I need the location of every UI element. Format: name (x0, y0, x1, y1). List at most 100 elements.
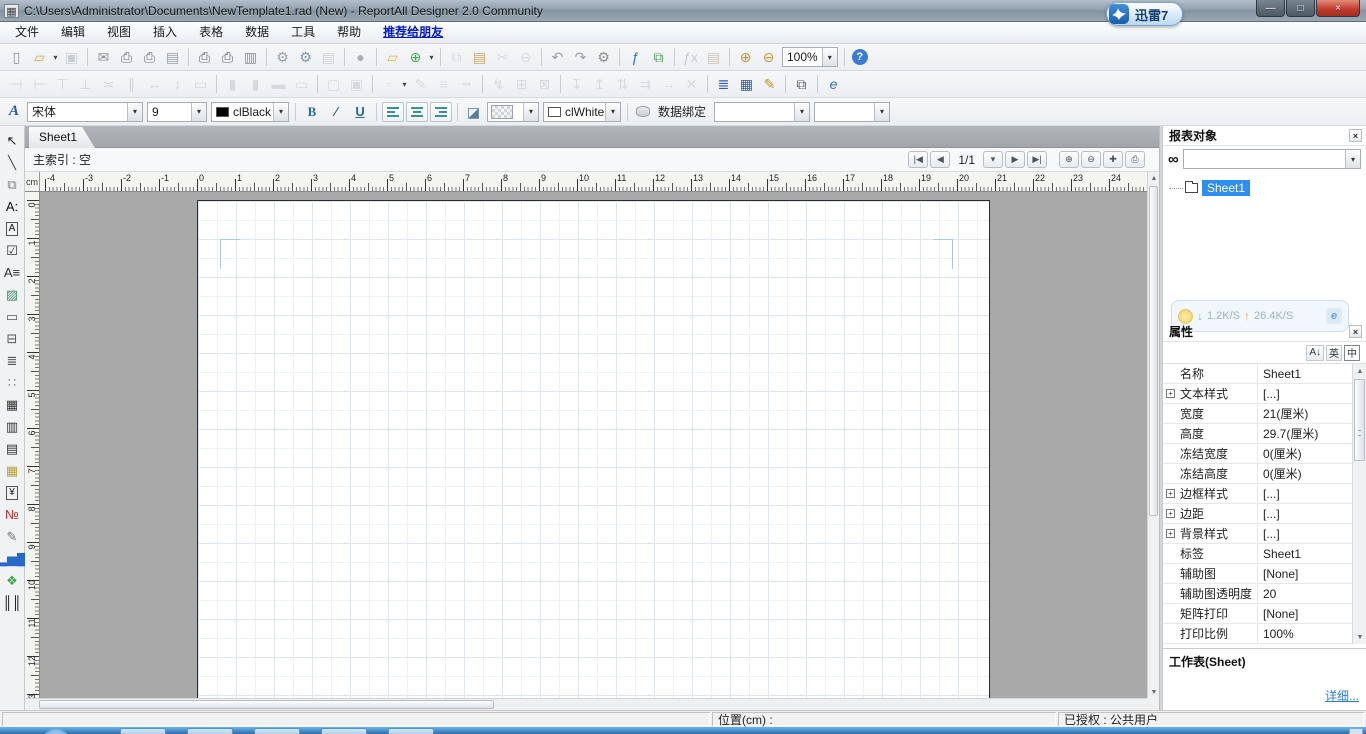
menu-item-0[interactable]: 文件 (4, 22, 50, 43)
col-insert-icon[interactable]: ⇉ (635, 74, 656, 94)
open-file-icon[interactable]: ▱ (29, 47, 50, 67)
page-setup-icon[interactable]: ▤ (162, 47, 183, 67)
line-weight-icon[interactable]: ≡ (433, 74, 454, 94)
menu-item-2[interactable]: 视图 (96, 22, 142, 43)
cut-icon[interactable]: ✂ (492, 47, 513, 67)
menu-item-4[interactable]: 表格 (188, 22, 234, 43)
col-clear-icon[interactable]: ✕ (681, 74, 702, 94)
ruler-design-icon[interactable]: ✎ (759, 74, 780, 94)
insert-table-icon[interactable]: ⊞ (511, 74, 532, 94)
border-outline-icon[interactable]: ▢ (323, 74, 344, 94)
line-pencil-icon[interactable]: ✎ (410, 74, 431, 94)
expand-icon[interactable]: + (1166, 529, 1175, 538)
shape-tool-icon[interactable]: ⧉ (2, 174, 23, 195)
paste-icon[interactable]: ▤ (469, 47, 490, 67)
splitter-tool-icon[interactable]: ∷ (2, 372, 23, 393)
property-row-8[interactable]: +背景样式[...] (1163, 524, 1353, 544)
panel-tool-icon[interactable]: ⊟ (2, 328, 23, 349)
settings-gear-icon[interactable]: ⚙ (593, 47, 614, 67)
fill-pattern-combo[interactable]: ▾ (487, 102, 539, 122)
property-row-3[interactable]: 高度29.7(厘米) (1163, 424, 1353, 444)
menu-item-6[interactable]: 工具 (280, 22, 326, 43)
property-value[interactable]: 100% (1258, 624, 1353, 643)
align-right-button[interactable] (430, 102, 452, 122)
menu-item-5[interactable]: 数据 (234, 22, 280, 43)
menu-promo-link[interactable]: 推荐给朋友 (372, 22, 454, 43)
number-date-tool-icon[interactable]: № (2, 504, 23, 525)
data-table-icon[interactable]: ▦ (736, 74, 757, 94)
help-icon[interactable]: ? (852, 49, 868, 65)
border-fill-icon[interactable]: ▣ (346, 74, 367, 94)
export-template-icon[interactable]: ✉ (93, 47, 114, 67)
property-row-5[interactable]: 冻结高度0(厘米) (1163, 464, 1353, 484)
align-center-button[interactable] (406, 102, 428, 122)
page-list-dropdown[interactable]: ▾ (983, 151, 1003, 168)
scrollbar-thumb[interactable] (39, 700, 494, 709)
chevron-down-icon[interactable]: ▾ (127, 103, 142, 121)
lang-english-button[interactable]: 英 (1326, 345, 1342, 361)
align-left-icon[interactable]: ⊣ (6, 74, 27, 94)
close-icon[interactable]: × (1349, 325, 1362, 338)
property-value[interactable]: 29.7(厘米) (1258, 424, 1353, 443)
property-value[interactable]: [...] (1258, 504, 1353, 523)
property-value[interactable]: Sheet1 (1258, 364, 1353, 383)
bold-button[interactable]: B (301, 102, 323, 122)
maximize-button[interactable]: □ (1286, 0, 1315, 17)
property-row-7[interactable]: +边距[...] (1163, 504, 1353, 524)
distribute-vertical-icon[interactable]: ↕ (167, 74, 188, 94)
delete-icon[interactable]: ⊖ (515, 47, 536, 67)
gallery-icon[interactable]: ⧉ (648, 47, 669, 67)
expand-icon[interactable]: + (1166, 509, 1175, 518)
object-search-combo[interactable]: ▾ (1183, 149, 1361, 169)
sort-az-icon[interactable]: A↓ (1306, 345, 1324, 361)
taskbar-button-3[interactable] (321, 728, 367, 734)
property-value[interactable]: [None] (1258, 604, 1353, 623)
property-row-12[interactable]: 矩阵打印[None] (1163, 604, 1353, 624)
canvas-horizontal-scrollbar[interactable] (25, 698, 1147, 710)
canvas-vertical-scrollbar[interactable]: ▲ ▼ (1147, 172, 1159, 698)
menu-item-3[interactable]: 插入 (142, 22, 188, 43)
open-file-icon-dropdown[interactable]: ▾ (51, 47, 60, 67)
property-value[interactable]: Sheet1 (1258, 544, 1353, 563)
pan-hand-button[interactable]: ✚ (1103, 151, 1123, 168)
data-source-combo[interactable]: ▾ (714, 102, 810, 122)
row-insert-icon[interactable]: ↧ (566, 74, 587, 94)
color-shapes-tool-icon[interactable]: ❖ (2, 570, 23, 591)
frame-tool-icon[interactable]: ▭ (2, 306, 23, 327)
taskbar-button-2[interactable] (254, 728, 300, 734)
font-name-combo[interactable]: 宋体 ▾ (27, 102, 143, 122)
property-row-0[interactable]: 名称Sheet1 (1163, 364, 1353, 384)
list-tool-icon[interactable]: ≣ (2, 350, 23, 371)
copy-icon[interactable]: ⧉ (446, 47, 467, 67)
last-page-button[interactable]: ▶| (1027, 151, 1047, 168)
align-top-icon[interactable]: ⊤ (52, 74, 73, 94)
print-icon[interactable]: ⎙ (116, 47, 137, 67)
label-tool-icon[interactable]: A (2, 218, 23, 239)
distribute-horizontal-icon[interactable]: ↔ (144, 74, 165, 94)
align-right-icon[interactable]: ⊢ (29, 74, 50, 94)
tray-item[interactable] (1349, 728, 1363, 734)
menu-item-7[interactable]: 帮助 (326, 22, 372, 43)
taskbar-button-4[interactable] (388, 728, 434, 734)
property-row-1[interactable]: +文本样式[...] (1163, 384, 1353, 404)
chevron-down-icon[interactable]: ▾ (794, 103, 809, 121)
underline-button[interactable]: U (349, 102, 371, 122)
scroll-down-icon[interactable]: ▼ (1353, 631, 1366, 643)
chevron-down-icon[interactable]: ▾ (822, 48, 837, 66)
menu-item-1[interactable]: 编辑 (50, 22, 96, 43)
redo-icon[interactable]: ↷ (570, 47, 591, 67)
property-value[interactable]: [...] (1258, 524, 1353, 543)
print-page-button[interactable]: ⎙ (1125, 151, 1145, 168)
window-layout-icon[interactable]: ⧉ (791, 74, 812, 94)
memo-tool-icon[interactable]: ✎ (2, 526, 23, 547)
center-horizontal-icon[interactable]: ≍ (98, 74, 119, 94)
delete-table-icon[interactable]: ⊠ (534, 74, 555, 94)
flash-compute-icon[interactable]: ↯ (488, 74, 509, 94)
taskbar-button-0[interactable] (120, 728, 166, 734)
property-value[interactable]: 0(厘米) (1258, 464, 1353, 483)
styled-table-tool-icon[interactable]: ▦ (2, 460, 23, 481)
undo-icon[interactable]: ↶ (547, 47, 568, 67)
property-row-10[interactable]: 辅助图[None] (1163, 564, 1353, 584)
tree-item-label[interactable]: Sheet1 (1202, 180, 1250, 196)
image-tool-icon[interactable]: ▨ (2, 284, 23, 305)
